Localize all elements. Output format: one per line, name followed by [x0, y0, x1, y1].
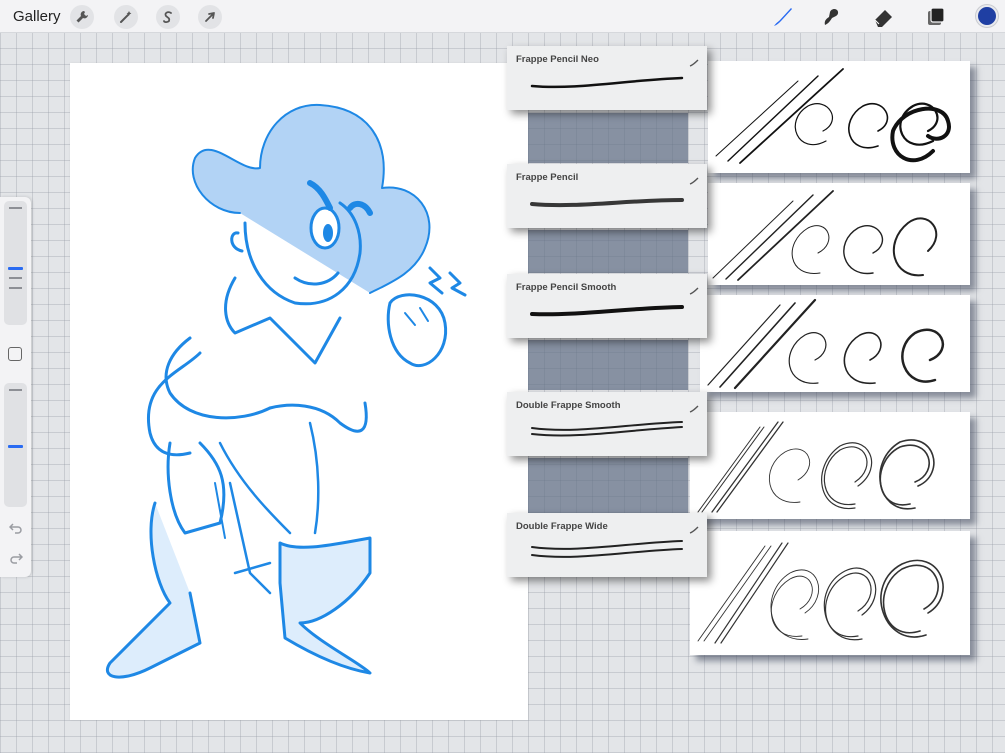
gallery-button[interactable]: Gallery [13, 8, 61, 25]
wrench-icon[interactable] [70, 5, 94, 29]
brush-stroke-preview [531, 421, 683, 437]
color-swatch[interactable] [976, 5, 998, 27]
brush-stroke-preview [530, 198, 684, 208]
brush-card[interactable]: Frappe Pencil Smooth [507, 274, 707, 338]
magic-wand-icon[interactable] [114, 5, 138, 29]
arrow-cursor-icon[interactable] [198, 5, 222, 29]
brush-name: Double Frappe Smooth [516, 400, 621, 411]
brush-settings-icon[interactable] [689, 172, 699, 190]
top-toolbar: Gallery [0, 0, 1005, 33]
brush-card[interactable]: Frappe Pencil [507, 164, 707, 228]
redo-icon[interactable] [9, 551, 24, 569]
size-slider-thumb[interactable] [8, 267, 23, 270]
character-sketch [106, 103, 467, 679]
brush-settings-icon[interactable] [689, 54, 699, 72]
stroke-sample-panel [708, 61, 970, 173]
eraser-icon[interactable] [872, 5, 896, 29]
modify-button[interactable] [8, 347, 22, 361]
card-shadow [528, 113, 688, 163]
brush-name: Double Frappe Wide [516, 521, 608, 532]
stroke-sample-panel [700, 295, 970, 392]
brush-stroke-preview [530, 305, 684, 317]
brush-card[interactable]: Frappe Pencil Neo [507, 46, 707, 110]
brush-settings-icon[interactable] [689, 400, 699, 418]
brush-settings-icon[interactable] [689, 282, 699, 300]
brush-name: Frappe Pencil Neo [516, 54, 599, 65]
card-shadow [528, 230, 688, 273]
brush-card[interactable]: Double Frappe Wide [507, 513, 707, 577]
brush-name: Frappe Pencil Smooth [516, 282, 617, 293]
stroke-sample-panel [690, 412, 970, 519]
brush-name: Frappe Pencil [516, 172, 579, 183]
size-slider[interactable] [4, 201, 27, 325]
drawing-canvas[interactable] [70, 63, 528, 720]
selection-s-icon[interactable] [156, 5, 180, 29]
smudge-icon[interactable] [820, 5, 844, 29]
stroke-sample-panel [690, 531, 970, 655]
brush-settings-icon[interactable] [689, 521, 699, 539]
brush-stroke-preview [530, 76, 684, 89]
brush-stroke-preview [531, 540, 683, 558]
card-shadow [528, 340, 688, 390]
brush-card[interactable]: Double Frappe Smooth [507, 392, 707, 456]
opacity-slider[interactable] [4, 383, 27, 507]
card-shadow [528, 458, 688, 513]
layers-icon[interactable] [924, 5, 948, 29]
opacity-slider-thumb[interactable] [8, 445, 23, 448]
brush-icon[interactable] [770, 5, 794, 29]
left-sidebar [0, 197, 31, 577]
undo-icon[interactable] [8, 521, 23, 539]
stroke-sample-panel [708, 183, 970, 285]
